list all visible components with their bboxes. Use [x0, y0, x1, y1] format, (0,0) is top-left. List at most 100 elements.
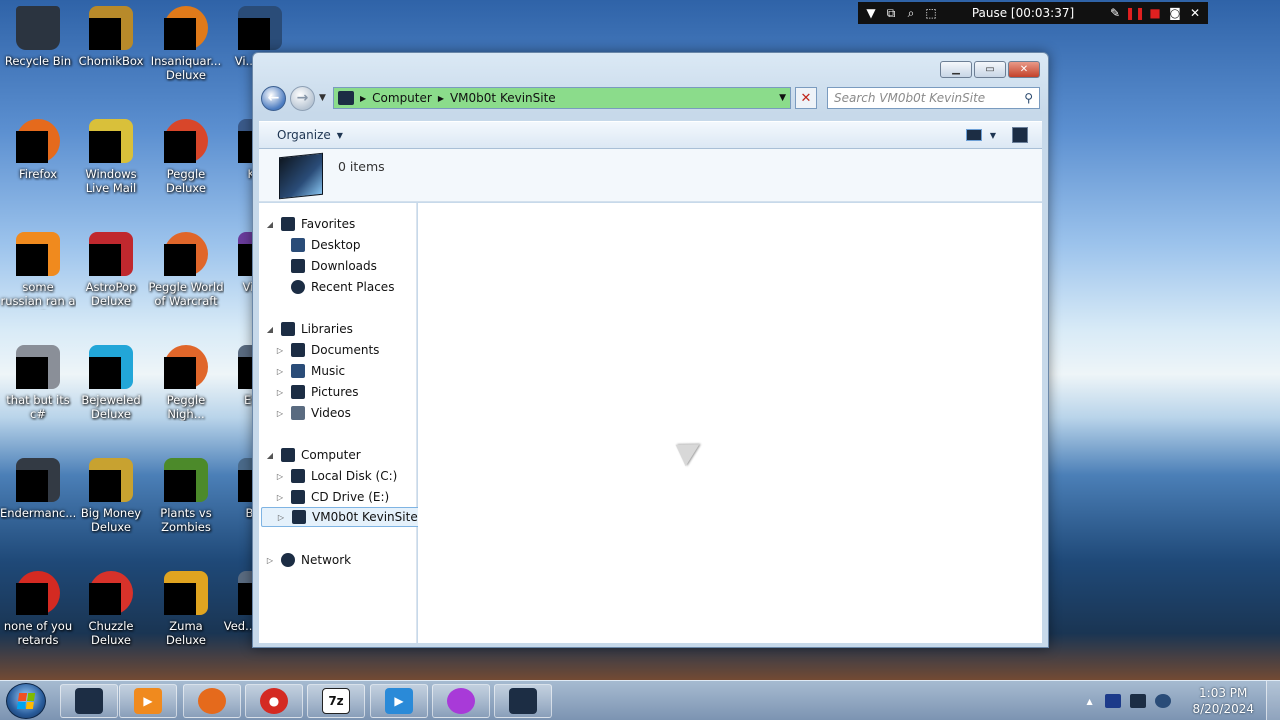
- nav-item-desktop[interactable]: Desktop: [291, 235, 361, 255]
- search-input[interactable]: Search VM0b0t KevinSite ⚲: [827, 87, 1040, 109]
- close-icon[interactable]: ✕: [1188, 6, 1202, 20]
- desktop-icon-firefox[interactable]: Firefox: [0, 119, 76, 181]
- tray-app-icon[interactable]: [1105, 694, 1122, 708]
- search-placeholder: Search VM0b0t KevinSite: [834, 91, 986, 105]
- expanded-arrow-icon[interactable]: ◢: [265, 220, 275, 229]
- file-icon: [16, 345, 60, 389]
- desktop-icon-astropop[interactable]: AstroPop Deluxe: [73, 232, 149, 308]
- desktop-icon-label: ChomikBox: [78, 54, 144, 68]
- taskbar-monitor-app[interactable]: [494, 684, 552, 718]
- desktop-icon-insaniquarium[interactable]: Insaniquar... Deluxe: [148, 6, 224, 82]
- breadcrumb-computer[interactable]: Computer: [372, 91, 432, 105]
- expanded-arrow-icon[interactable]: ◢: [265, 325, 275, 334]
- peggle-icon: [164, 232, 208, 276]
- nav-item-downloads[interactable]: Downloads: [291, 256, 377, 276]
- search-icon[interactable]: ⚲: [1024, 91, 1033, 105]
- nav-item-local-disk[interactable]: ▷ Local Disk (C:): [275, 466, 397, 486]
- taskbar-explorer[interactable]: [60, 684, 118, 718]
- organize-button[interactable]: Organize: [277, 128, 331, 142]
- collapsed-arrow-icon[interactable]: ▷: [275, 493, 285, 502]
- nav-item-favorites[interactable]: ◢ Favorites: [265, 214, 355, 234]
- pause-icon[interactable]: ❚❚: [1125, 6, 1145, 20]
- nav-item-videos[interactable]: ▷ Videos: [275, 403, 351, 423]
- close-button[interactable]: ✕: [1008, 61, 1040, 78]
- nav-item-computer[interactable]: ◢ Computer: [265, 445, 361, 465]
- minimize-button[interactable]: ▁: [940, 61, 972, 78]
- taskbar-mask-app[interactable]: [432, 684, 490, 718]
- show-desktop-button[interactable]: [1266, 681, 1280, 720]
- zoom-icon[interactable]: ⌕: [904, 6, 918, 20]
- start-button[interactable]: [6, 683, 46, 719]
- computer-icon: [281, 448, 295, 462]
- desktop-icon-endermanch[interactable]: Endermanc...: [0, 458, 76, 520]
- desktop-icon-that-but-csharp[interactable]: that but its c#: [0, 345, 76, 421]
- file-list-area[interactable]: [418, 203, 1042, 643]
- window-icon[interactable]: ⧉: [884, 6, 898, 20]
- nav-item-recent-places[interactable]: Recent Places: [291, 277, 394, 297]
- videos-icon: [291, 406, 305, 420]
- show-hidden-icons-icon[interactable]: ▲: [1086, 697, 1096, 706]
- desktop-icon-russian-rat[interactable]: some russian ran a rat: [0, 232, 76, 310]
- change-view-button[interactable]: ▼: [965, 129, 996, 141]
- nav-label: Local Disk (C:): [311, 469, 398, 483]
- collapsed-arrow-icon[interactable]: ▷: [275, 367, 285, 376]
- nav-item-music[interactable]: ▷ Music: [275, 361, 345, 381]
- address-dropdown-icon[interactable]: ▼: [779, 93, 786, 103]
- nav-item-documents[interactable]: ▷ Documents: [275, 340, 379, 360]
- desktop-icon-chuzzle[interactable]: Chuzzle Deluxe: [73, 571, 149, 647]
- insaniquarium-icon: [164, 6, 208, 50]
- collapsed-arrow-icon[interactable]: ▷: [275, 346, 285, 355]
- stop-icon[interactable]: ■: [1148, 6, 1162, 20]
- recent-pages-dropdown[interactable]: ▼: [319, 93, 329, 103]
- chevron-down-icon: ▼: [336, 130, 343, 140]
- maximize-button[interactable]: ▭: [974, 61, 1006, 78]
- taskbar-7zip[interactable]: 7z: [307, 684, 365, 718]
- nav-label: CD Drive (E:): [311, 490, 390, 504]
- preview-pane-button[interactable]: [1012, 127, 1028, 143]
- breadcrumb-current[interactable]: VM0b0t KevinSite: [450, 91, 556, 105]
- collapsed-arrow-icon[interactable]: ▷: [275, 388, 285, 397]
- pen-icon[interactable]: ✎: [1108, 6, 1122, 20]
- collapsed-arrow-icon[interactable]: ▷: [276, 513, 286, 522]
- desktop-icon-peggle-nights[interactable]: Peggle Nigh...: [148, 345, 224, 421]
- nav-item-pictures[interactable]: ▷ Pictures: [275, 382, 359, 402]
- desktop-icon-none-of-you[interactable]: none of you retards kno...: [0, 571, 76, 649]
- desktop-icon-big-money[interactable]: Big Money Deluxe: [73, 458, 149, 534]
- collapsed-arrow-icon[interactable]: ▷: [265, 556, 275, 565]
- collapsed-arrow-icon[interactable]: ▷: [275, 472, 285, 481]
- recent-places-icon: [291, 280, 305, 294]
- nav-item-network[interactable]: ▷ Network: [265, 550, 351, 570]
- network-tray-icon[interactable]: [1130, 694, 1147, 708]
- desktop-icon-bejeweled[interactable]: Bejeweled Deluxe: [73, 345, 149, 421]
- address-bar[interactable]: ▶ Computer ▶ VM0b0t KevinSite ▼: [333, 87, 791, 109]
- desktop-icon-windows-live-mail[interactable]: Windows Live Mail: [73, 119, 149, 195]
- collapsed-arrow-icon[interactable]: ▷: [275, 409, 285, 418]
- forward-button[interactable]: →: [290, 85, 315, 111]
- dropdown-icon[interactable]: ▼: [864, 6, 878, 20]
- taskbar-player[interactable]: ▶: [370, 684, 428, 718]
- breadcrumb-separator-icon[interactable]: ▶: [438, 94, 444, 103]
- stop-loading-button[interactable]: ✕: [795, 87, 817, 109]
- nav-item-cd-drive[interactable]: ▷ CD Drive (E:): [275, 487, 389, 507]
- firefox-icon: [16, 119, 60, 163]
- desktop-icon-recycle-bin[interactable]: Recycle Bin: [0, 6, 76, 68]
- back-button[interactable]: ←: [261, 85, 286, 111]
- taskbar-firefox[interactable]: [183, 684, 241, 718]
- desktop-icon-peggle[interactable]: Peggle Deluxe: [148, 119, 224, 195]
- desktop-icon-plants-vs-zombies[interactable]: Plants vs Zombies: [148, 458, 224, 534]
- taskbar-media-player[interactable]: ▶: [119, 684, 177, 718]
- desktop-icon-peggle-wow[interactable]: Peggle World of Warcraft ...: [148, 232, 224, 310]
- volume-icon[interactable]: [1155, 694, 1172, 708]
- nav-item-vm-site[interactable]: ▷ VM0b0t KevinSite: [261, 507, 423, 527]
- taskbar-recorder[interactable]: ●: [245, 684, 303, 718]
- network-drive-large-icon: [279, 152, 323, 200]
- region-icon[interactable]: ⬚: [924, 6, 938, 20]
- clock[interactable]: 1:03 PM 8/20/2024: [1192, 685, 1254, 717]
- expanded-arrow-icon[interactable]: ◢: [265, 451, 275, 460]
- camera-icon[interactable]: ◙: [1168, 6, 1182, 20]
- file-icon: [16, 458, 60, 502]
- desktop-icon-chomikbox[interactable]: ChomikBox: [73, 6, 149, 68]
- desktop-icon-zuma[interactable]: Zuma Deluxe: [148, 571, 224, 647]
- nav-item-libraries[interactable]: ◢ Libraries: [265, 319, 353, 339]
- breadcrumb-separator-icon[interactable]: ▶: [360, 94, 366, 103]
